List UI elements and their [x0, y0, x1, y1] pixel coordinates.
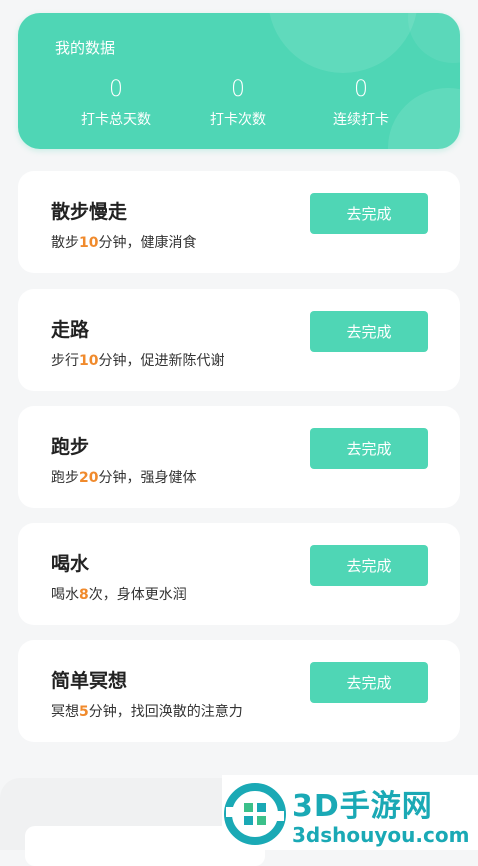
decor-circle	[268, 13, 418, 73]
task-name: 跑步	[51, 436, 90, 458]
complete-button[interactable]: 去完成	[310, 311, 428, 352]
stat-value: 0	[231, 77, 245, 102]
stat-label: 连续打卡	[333, 112, 389, 128]
task-highlight: 20	[79, 470, 99, 486]
watermark-logo-icon	[224, 783, 286, 845]
task-name: 散步慢走	[51, 201, 128, 223]
my-data-card: 我的数据 0 打卡总天数 0 打卡次数 0 连续打卡	[18, 13, 460, 149]
watermark: 3D手游网 3dshouyou.com	[222, 775, 478, 850]
task-desc: 散步10分钟，健康消食	[51, 235, 197, 251]
complete-button[interactable]: 去完成	[310, 428, 428, 469]
stat-checkin-count: 0 打卡次数	[178, 77, 298, 129]
complete-button[interactable]: 去完成	[310, 193, 428, 234]
task-card-drink-water: 喝水 喝水8次，身体更水润 去完成	[18, 523, 460, 625]
task-name: 走路	[51, 319, 90, 341]
task-card-meditate: 简单冥想 冥想5分钟，找回涣散的注意力 去完成	[18, 640, 460, 742]
task-desc: 冥想5分钟，找回涣散的注意力	[51, 704, 243, 720]
task-highlight: 10	[79, 353, 99, 369]
task-name: 喝水	[51, 553, 90, 575]
task-desc: 喝水8次，身体更水润	[51, 587, 187, 603]
stats-title: 我的数据	[55, 39, 116, 57]
task-highlight: 10	[79, 235, 99, 251]
task-name: 简单冥想	[51, 670, 128, 692]
stat-streak: 0 连续打卡	[301, 77, 421, 129]
decor-circle	[408, 13, 460, 63]
task-card-run: 跑步 跑步20分钟，强身健体 去完成	[18, 406, 460, 508]
stat-value: 0	[354, 77, 368, 102]
task-desc: 跑步20分钟，强身健体	[51, 470, 197, 486]
complete-button[interactable]: 去完成	[310, 662, 428, 703]
task-card-walk-slow: 散步慢走 散步10分钟，健康消食 去完成	[18, 171, 460, 273]
task-card-walk: 走路 步行10分钟，促进新陈代谢 去完成	[18, 289, 460, 391]
task-desc: 步行10分钟，促进新陈代谢	[51, 353, 225, 369]
stat-total-days: 0 打卡总天数	[56, 77, 176, 129]
stat-label: 打卡总天数	[81, 112, 151, 128]
watermark-url: 3dshouyou.com	[292, 823, 470, 847]
complete-button[interactable]: 去完成	[310, 545, 428, 586]
watermark-brand: 3D手游网	[292, 789, 433, 824]
stat-value: 0	[109, 77, 123, 102]
task-highlight: 5	[79, 704, 89, 720]
task-highlight: 8	[79, 587, 89, 603]
stat-label: 打卡次数	[210, 112, 266, 128]
